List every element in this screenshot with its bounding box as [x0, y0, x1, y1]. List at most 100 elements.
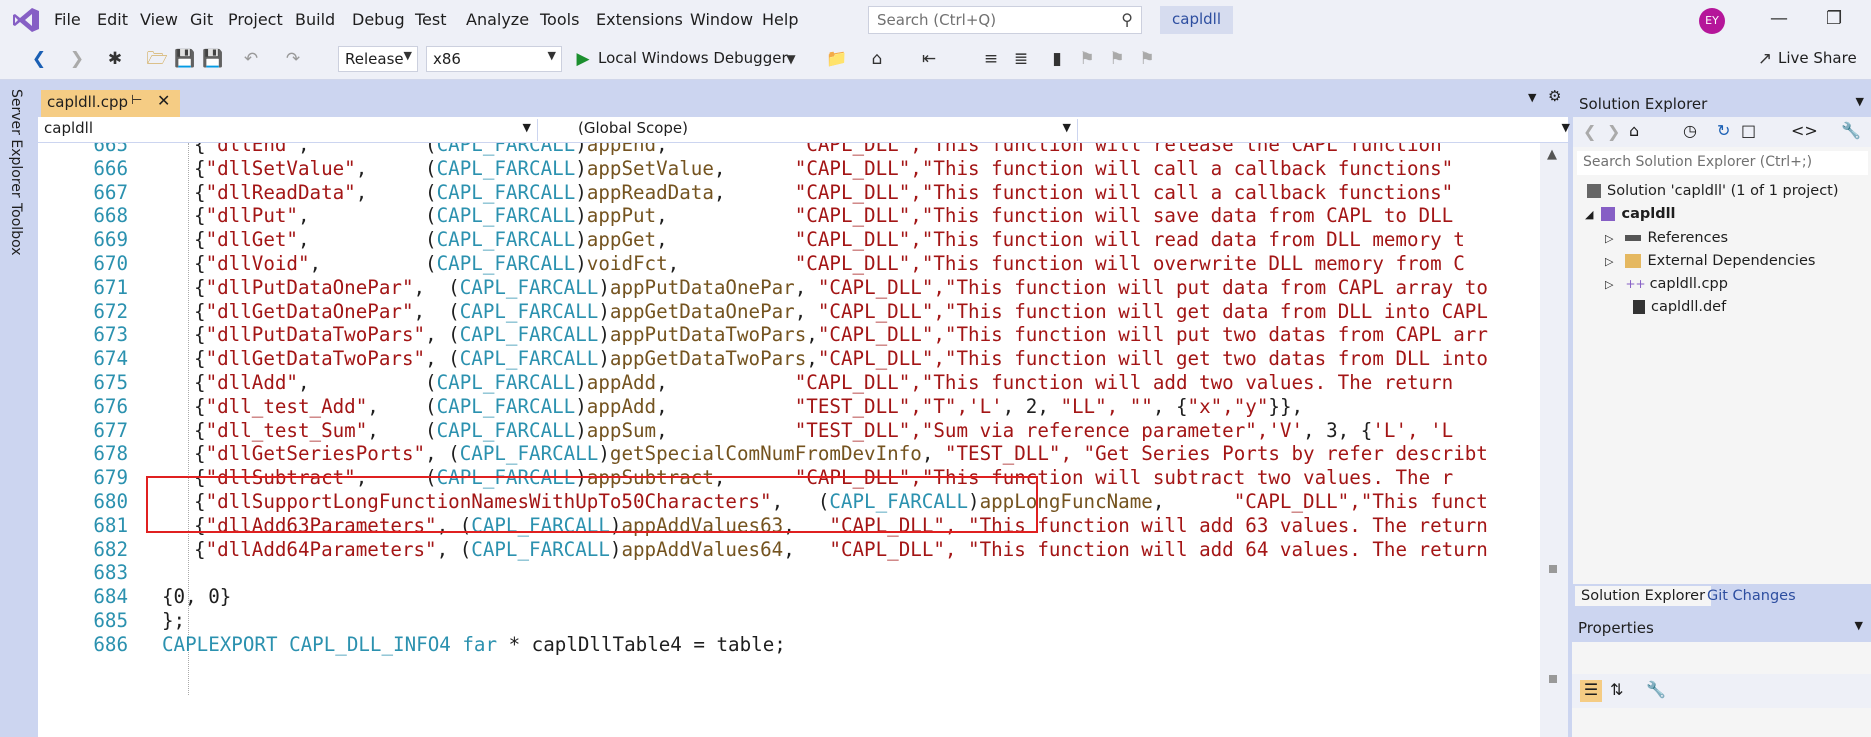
clear-bookmarks-icon[interactable]: ⚑ — [1136, 48, 1158, 70]
prev-bookmark-icon[interactable]: ⚑ — [1076, 48, 1098, 70]
save-icon[interactable]: 💾 — [174, 48, 196, 70]
member-dropdown[interactable]: ▼ — [1082, 119, 1582, 141]
code-token: , ( — [297, 204, 437, 228]
restore-icon[interactable]: ❐ — [1826, 8, 1842, 29]
tree-project-label: capldll — [1621, 206, 1676, 222]
tree-item-capldll-def[interactable]: capldll.def — [1633, 299, 1726, 315]
avatar[interactable]: EY — [1699, 8, 1725, 34]
minimize-icon[interactable]: — — [1770, 8, 1788, 29]
code-token: { — [194, 347, 206, 371]
chevron-down-icon[interactable]: ▼ — [780, 48, 802, 70]
tree-solution[interactable]: Solution 'capldll' (1 of 1 project) — [1587, 183, 1839, 199]
configuration-value: Release — [345, 50, 404, 68]
new-project-icon[interactable]: ✱ — [104, 48, 126, 70]
menu-build[interactable]: Build — [295, 10, 335, 29]
menu-debug[interactable]: Debug — [352, 10, 405, 29]
menu-test[interactable]: Test — [415, 10, 447, 29]
history-icon[interactable]: ◷ — [1683, 121, 1697, 140]
platform-dropdown[interactable]: x86 ▼ — [426, 46, 562, 72]
settings-gear-icon[interactable]: ⚙ — [1548, 87, 1561, 105]
save-all-icon[interactable]: 💾 — [202, 48, 224, 70]
refresh-icon[interactable]: ↻ — [1717, 121, 1730, 140]
tree-project[interactable]: ◢ capldll — [1585, 206, 1676, 222]
menu-git[interactable]: Git — [190, 10, 213, 29]
menu-analyze[interactable]: Analyze — [466, 10, 529, 29]
code-token: "CAPL_DLL","This function will put two d… — [817, 323, 1488, 347]
editor-scrollbar[interactable]: ▲ — [1540, 143, 1568, 737]
code-token: "dll_test_Sum" — [205, 418, 368, 442]
home-icon[interactable]: ⌂ — [1629, 121, 1639, 140]
code-token: , — [713, 156, 795, 180]
menu-extensions[interactable]: Extensions — [596, 10, 683, 29]
menu-project[interactable]: Project — [228, 10, 283, 29]
code-line[interactable]: 686 CAPLEXPORT CAPL_DLL_INFO4 far * caplD… — [38, 631, 1540, 659]
categorized-icon[interactable]: ☰ — [1580, 680, 1602, 702]
tab-git-changes[interactable]: Git Changes — [1701, 586, 1802, 606]
comment-icon[interactable]: ≡ — [980, 48, 1002, 70]
file-tab-capldll-cpp[interactable]: capldll.cpp ⊢ ✕ — [41, 90, 180, 117]
expanded-triangle-icon: ◢ — [1585, 208, 1594, 221]
forward-icon[interactable]: ❯ — [1607, 122, 1620, 141]
undo-icon[interactable]: ↶ — [240, 48, 262, 70]
code-token: "dllGetSeriesPorts" — [205, 442, 426, 466]
configuration-dropdown[interactable]: Release ▼ — [338, 46, 418, 72]
tab-list-dropdown-icon[interactable]: ▼ — [1528, 91, 1536, 104]
server-explorer-tab[interactable]: Server Explorer — [8, 89, 24, 198]
pin-icon[interactable]: ⊢ — [131, 93, 142, 108]
home-icon[interactable]: ⌂ — [866, 48, 888, 70]
menu-edit[interactable]: Edit — [97, 10, 128, 29]
chevron-down-icon[interactable]: ▼ — [1856, 95, 1864, 108]
collapsed-triangle-icon: ▷ — [1605, 278, 1614, 291]
tab-solution-explorer[interactable]: Solution Explorer — [1575, 586, 1712, 606]
collapse-all-icon[interactable]: □ — [1741, 121, 1756, 140]
code-token: "dllReadData" — [205, 180, 356, 204]
menu-view[interactable]: View — [140, 10, 178, 29]
next-bookmark-icon[interactable]: ⚑ — [1106, 48, 1128, 70]
toolbox-tab[interactable]: Toolbox — [8, 203, 24, 256]
menu-file[interactable]: File — [54, 10, 81, 29]
start-debugging-icon[interactable]: ▶ — [572, 48, 594, 70]
code-token: "dllGet" — [205, 228, 298, 252]
code-token: , { — [1152, 394, 1188, 418]
code-token: "CAPL_DLL","This function will add two v… — [794, 371, 1454, 394]
step-icon[interactable]: ⇤ — [918, 48, 940, 70]
code-token: getSpecialComNumFromDevInfo — [609, 442, 922, 466]
back-icon[interactable]: ❮ — [1583, 122, 1596, 141]
scroll-marker — [1549, 675, 1557, 683]
scroll-up-icon[interactable]: ▲ — [1547, 147, 1557, 162]
scroll-thumb[interactable] — [1549, 565, 1557, 573]
menu-help[interactable]: Help — [762, 10, 798, 29]
code-view-icon[interactable]: <> — [1791, 121, 1818, 140]
code-token: , ( — [425, 347, 460, 371]
code-editor[interactable]: 665 {"dllEnd", (CAPL_FARCALL)appEnd, "CAP… — [38, 143, 1540, 737]
tree-item-references[interactable]: ▷ References — [1605, 230, 1728, 246]
solution-search-input[interactable]: Search Solution Explorer (Ctrl+;) — [1577, 151, 1868, 175]
code-token: * caplDllTable4 = table; — [497, 632, 786, 656]
redo-icon[interactable]: ↷ — [282, 48, 304, 70]
chevron-down-icon[interactable]: ▼ — [1855, 619, 1863, 632]
properties-wrench-icon[interactable]: 🔧 — [1841, 121, 1861, 140]
scope-dropdown[interactable]: (Global Scope) ▼ — [548, 119, 1078, 141]
alphabetical-icon[interactable]: ⇅ — [1610, 680, 1623, 699]
debugger-label[interactable]: Local Windows Debugger — [598, 49, 788, 67]
project-dropdown[interactable]: capldll ▼ — [38, 119, 538, 141]
uncomment-icon[interactable]: ≣ — [1010, 48, 1032, 70]
bookmark-icon[interactable]: ▮ — [1046, 48, 1068, 70]
close-icon[interactable]: ✕ — [157, 91, 170, 110]
open-folder-icon[interactable]: 🗁 — [146, 48, 168, 70]
find-in-files-icon[interactable]: 📁 — [826, 48, 848, 70]
code-token: "CAPL_DLL","This function will call a ca… — [794, 156, 1454, 180]
code-token: ) — [575, 371, 587, 394]
back-icon[interactable]: ❮ — [28, 48, 50, 70]
live-share-button[interactable]: Live Share — [1778, 49, 1857, 67]
code-token: "CAPL_DLL","This function will read data… — [794, 228, 1465, 252]
tree-item-external-dependencies[interactable]: ▷ External Dependencies — [1605, 253, 1815, 269]
forward-icon[interactable]: ❯ — [66, 48, 88, 70]
live-share-icon[interactable]: ↗ — [1754, 48, 1776, 70]
code-token: { — [194, 299, 206, 323]
menu-tools[interactable]: Tools — [540, 10, 579, 29]
property-pages-icon[interactable]: 🔧 — [1646, 680, 1666, 699]
tree-item-capldll-cpp[interactable]: ▷ ++ capldll.cpp — [1605, 276, 1728, 292]
menu-window[interactable]: Window — [690, 10, 753, 29]
search-box[interactable]: Search (Ctrl+Q) ⚲ — [868, 6, 1142, 34]
